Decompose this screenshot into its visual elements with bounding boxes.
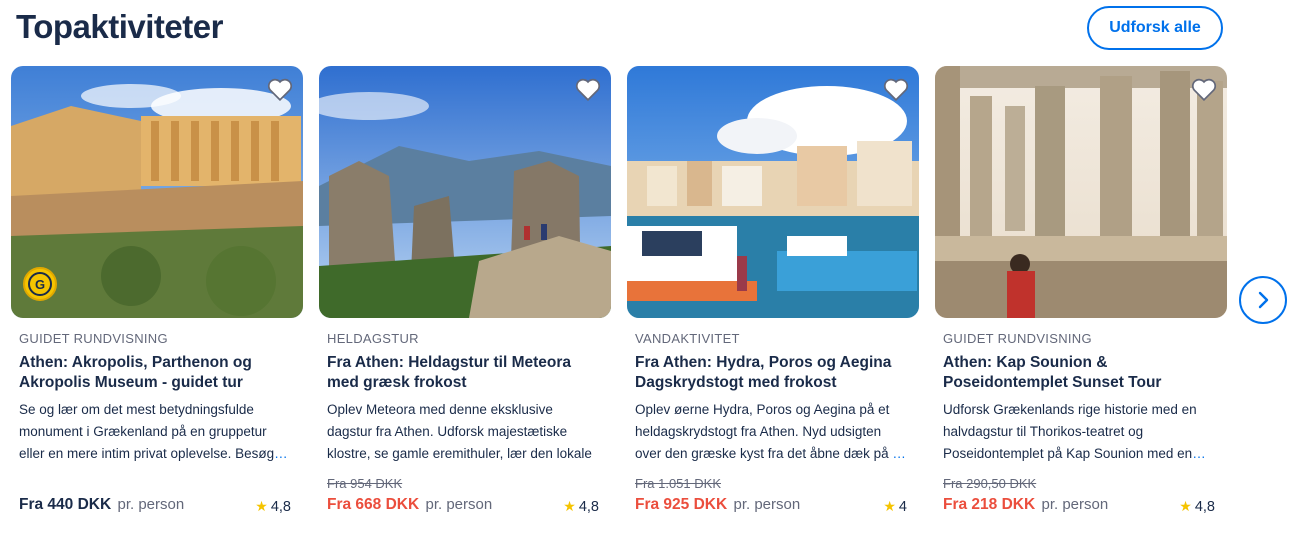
rating: ★ 4 — [883, 498, 907, 515]
rating-value: 4,8 — [578, 498, 599, 515]
activity-category: HELDAGSTUR — [327, 331, 419, 346]
original-price: Fra 954 DKK — [327, 476, 403, 491]
activity-card[interactable]: HELDAGSTUR Fra Athen: Heldagstur til Met… — [319, 66, 611, 526]
rating: ★ 4,8 — [563, 498, 599, 515]
hydra-harbor-photo — [627, 66, 919, 318]
price-unit: pr. person — [733, 496, 801, 513]
price-row: Fra 218 DKK pr. person — [943, 496, 1108, 514]
activity-category: GUIDET RUNDVISNING — [19, 331, 168, 346]
rating-value: 4 — [898, 498, 907, 515]
heart-icon — [575, 78, 601, 102]
rating: ★ 4,8 — [255, 498, 291, 515]
activity-title[interactable]: Fra Athen: Heldagstur til Meteora med gr… — [327, 353, 597, 393]
heart-icon — [267, 78, 293, 102]
price-unit: pr. person — [117, 496, 185, 513]
price-row: Fra 668 DKK pr. person — [327, 496, 492, 514]
rating-value: 4,8 — [1194, 498, 1215, 515]
activity-description: Se og lær om det mest betydningsfulde mo… — [19, 402, 288, 461]
activity-category: VANDAKTIVITET — [635, 331, 740, 346]
page-title: Topaktiviteter — [16, 8, 223, 45]
star-icon: ★ — [1179, 498, 1192, 514]
price-row: Fra 925 DKK pr. person — [635, 496, 800, 514]
price-row: Fra 440 DKK pr. person — [19, 496, 184, 514]
favorite-button[interactable] — [267, 76, 293, 102]
explore-all-button[interactable]: Udforsk alle — [1087, 6, 1223, 50]
heart-icon — [883, 78, 909, 102]
activity-description: Udforsk Grækenlands rige historie med en… — [943, 402, 1206, 461]
original-price: Fra 1.051 DKK — [635, 476, 721, 491]
rating: ★ 4,8 — [1179, 498, 1215, 515]
activity-image-sounion[interactable] — [935, 66, 1227, 318]
sale-price: Fra 218 DKK — [943, 496, 1036, 513]
star-icon: ★ — [255, 498, 268, 514]
star-icon: ★ — [563, 498, 576, 514]
activity-card[interactable]: VANDAKTIVITET Fra Athen: Hydra, Poros og… — [627, 66, 919, 526]
activity-title[interactable]: Athen: Kap Sounion & Poseidontemplet Sun… — [943, 353, 1213, 393]
price: Fra 440 DKK — [19, 496, 112, 513]
activity-description: Oplev øerne Hydra, Poros og Aegina på et… — [635, 402, 906, 461]
sale-price: Fra 925 DKK — [635, 496, 728, 513]
favorite-button[interactable] — [575, 76, 601, 102]
activity-image-hydra[interactable] — [627, 66, 919, 318]
heart-icon — [1191, 78, 1217, 102]
favorite-button[interactable] — [1191, 76, 1217, 102]
star-icon: ★ — [883, 498, 896, 514]
rating-value: 4,8 — [270, 498, 291, 515]
activity-carousel: G GUIDET RUNDVISNING Athen: Akropolis, P… — [11, 66, 1227, 526]
activity-card[interactable]: GUIDET RUNDVISNING Athen: Kap Sounion & … — [935, 66, 1227, 526]
poseidon-temple-photo — [935, 66, 1227, 318]
chevron-right-icon — [1258, 291, 1269, 309]
original-price: Fra 290,50 DKK — [943, 476, 1037, 491]
activity-category: GUIDET RUNDVISNING — [943, 331, 1092, 346]
activity-description: Oplev Meteora med denne eksklusive dagst… — [327, 402, 592, 461]
activity-image-meteora[interactable] — [319, 66, 611, 318]
price-unit: pr. person — [1041, 496, 1109, 513]
activity-title[interactable]: Fra Athen: Hydra, Poros og Aegina Dagskr… — [635, 353, 905, 393]
section-header: Topaktiviteter Udforsk alle — [16, 6, 1224, 50]
carousel-next-button[interactable] — [1239, 276, 1287, 324]
price-unit: pr. person — [425, 496, 493, 513]
activity-image-acropolis[interactable]: G — [11, 66, 303, 318]
activity-title[interactable]: Athen: Akropolis, Parthenon og Akropolis… — [19, 353, 289, 393]
meteora-photo — [319, 66, 611, 318]
badge-icon: G — [23, 267, 57, 301]
favorite-button[interactable] — [883, 76, 909, 102]
activity-card[interactable]: G GUIDET RUNDVISNING Athen: Akropolis, P… — [11, 66, 303, 526]
sale-price: Fra 668 DKK — [327, 496, 420, 513]
